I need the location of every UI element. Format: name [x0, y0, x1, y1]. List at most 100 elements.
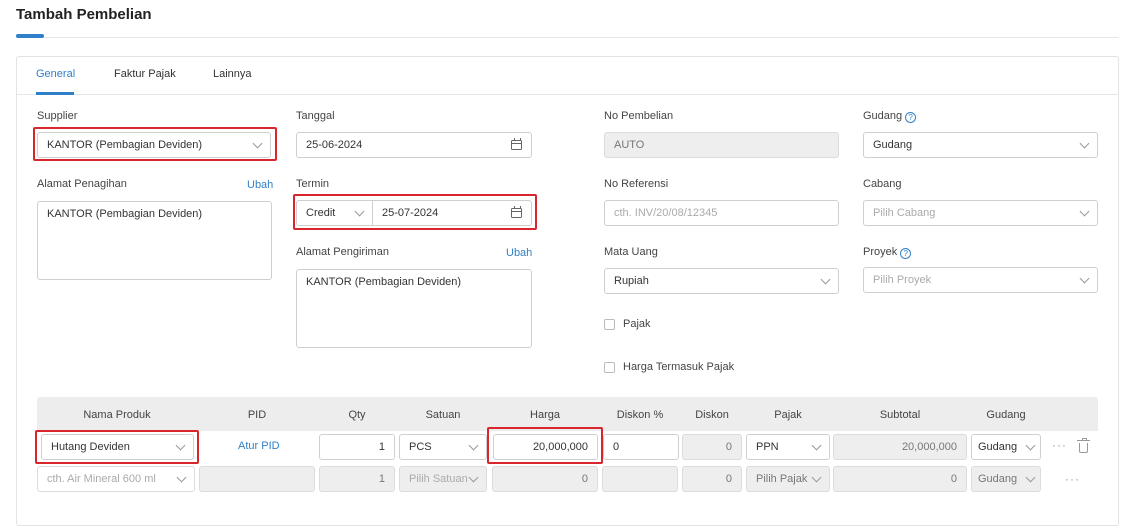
row2-more-icon[interactable]: ··· — [1065, 472, 1080, 486]
proyek-placeholder: Pilih Proyek — [873, 274, 932, 286]
chevron-down-icon — [354, 206, 365, 216]
row2-pid-field — [199, 466, 315, 492]
tab-general[interactable]: General — [36, 68, 75, 80]
no-pembelian-value: AUTO — [614, 139, 645, 151]
supplier-value: KANTOR (Pembagian Deviden) — [47, 139, 203, 151]
row1-diskon-input: 0 — [682, 434, 742, 460]
row1-harga-input[interactable]: 20,000,000 — [493, 434, 598, 460]
row1-more-icon[interactable]: ··· — [1052, 438, 1067, 452]
row2-gudang-value: Gudang — [978, 473, 1018, 485]
termin-label: Termin — [296, 178, 330, 190]
proyek-select[interactable]: Pilih Proyek — [863, 267, 1098, 293]
alamat-penagihan-textarea[interactable]: KANTOR (Pembagian Deviden) — [37, 201, 272, 280]
row1-pajak-select[interactable]: PPN — [746, 434, 830, 460]
row1-diskon-pct-input[interactable]: 0 — [603, 434, 679, 460]
row1-produk-select[interactable]: Hutang Deviden — [41, 434, 194, 460]
chevron-down-icon — [1025, 440, 1036, 450]
chevron-down-icon — [176, 472, 187, 482]
tanggal-date-input[interactable]: 25-06-2024 — [296, 132, 532, 158]
supplier-select[interactable]: KANTOR (Pembagian Deviden) — [37, 132, 271, 158]
tab-faktur-pajak[interactable]: Faktur Pajak — [114, 68, 176, 80]
gudang-select[interactable]: Gudang — [863, 132, 1098, 158]
termin-date-value: 25-07-2024 — [382, 207, 439, 219]
row2-harga-value: 0 — [581, 473, 588, 485]
row2-qty-input: 1 — [319, 466, 395, 492]
tanggal-label: Tanggal — [296, 110, 335, 122]
calendar-icon[interactable] — [511, 206, 522, 218]
row1-diskon-pct-value: 0 — [613, 441, 620, 453]
row2-diskon-input: 0 — [682, 466, 742, 492]
column-header-gudang: Gudang — [986, 409, 1026, 421]
termin-type-value: Credit — [306, 207, 336, 219]
no-pembelian-input: AUTO — [604, 132, 839, 158]
row2-pajak-select: Pilih Pajak — [746, 466, 830, 492]
column-header-pajak: Pajak — [774, 409, 802, 421]
cabang-label: Cabang — [863, 178, 902, 190]
row2-subtotal-field: 0 — [833, 466, 967, 492]
gudang-value: Gudang — [873, 139, 913, 151]
row1-diskon-value: 0 — [725, 441, 732, 453]
title-divider — [16, 37, 1119, 38]
chevron-down-icon — [811, 472, 822, 482]
alamat-penagihan-label: Alamat Penagihan — [37, 178, 127, 190]
mata-uang-value: Rupiah — [614, 275, 649, 287]
no-referensi-placeholder: cth. INV/20/08/12345 — [614, 207, 718, 219]
active-tab-indicator — [36, 92, 74, 95]
chevron-down-icon — [468, 440, 479, 450]
no-pembelian-label: No Pembelian — [604, 110, 674, 122]
no-referensi-input[interactable]: cth. INV/20/08/12345 — [604, 200, 839, 226]
chevron-down-icon — [1079, 273, 1090, 283]
chevron-down-icon — [1079, 138, 1090, 148]
pajak-checkbox-label: Pajak — [623, 318, 651, 330]
help-icon[interactable]: ? — [905, 112, 917, 123]
cabang-placeholder: Pilih Cabang — [873, 207, 936, 219]
edit-alamat-pengiriman-link[interactable]: Ubah — [506, 247, 532, 259]
harga-termasuk-pajak-checkbox[interactable] — [604, 362, 615, 373]
chevron-down-icon — [820, 274, 831, 284]
row1-subtotal-value: 20,000,000 — [901, 441, 957, 453]
help-icon[interactable]: ? — [900, 248, 912, 259]
termin-type-select[interactable]: Credit — [296, 200, 373, 226]
chevron-down-icon — [811, 440, 822, 450]
proyek-label-text: Proyek — [863, 246, 898, 258]
supplier-label: Supplier — [37, 110, 78, 122]
calendar-icon[interactable] — [511, 138, 522, 150]
column-header-pid: PID — [247, 409, 267, 421]
column-header-diskon-pct: Diskon % — [616, 409, 664, 421]
termin-date-input[interactable]: 25-07-2024 — [372, 200, 532, 226]
alamat-pengiriman-textarea[interactable]: KANTOR (Pembagian Deviden) — [296, 269, 532, 348]
row1-gudang-value: Gudang — [978, 441, 1018, 453]
row2-gudang-select: Gudang — [971, 466, 1041, 492]
row2-satuan-select: Pilih Satuan — [399, 466, 487, 492]
row2-harga-input: 0 — [492, 466, 598, 492]
row1-subtotal-field: 20,000,000 — [833, 434, 967, 460]
chevron-down-icon — [252, 138, 263, 148]
row1-satuan-select[interactable]: PCS — [399, 434, 487, 460]
edit-alamat-penagihan-link[interactable]: Ubah — [247, 179, 273, 191]
alamat-pengiriman-label: Alamat Pengiriman — [296, 246, 389, 258]
row2-diskon-value: 0 — [725, 473, 732, 485]
pajak-checkbox[interactable] — [604, 319, 615, 330]
row1-harga-value: 20,000,000 — [532, 441, 588, 453]
cabang-select[interactable]: Pilih Cabang — [863, 200, 1098, 226]
chevron-down-icon — [1025, 472, 1036, 482]
tanggal-value: 25-06-2024 — [306, 139, 363, 151]
tab-lainnya[interactable]: Lainnya — [213, 68, 252, 80]
gudang-label: Gudang? — [863, 110, 917, 123]
row1-pajak-value: PPN — [756, 441, 779, 453]
row1-gudang-select[interactable]: Gudang — [971, 434, 1041, 460]
column-header-nama-produk: Nama Produk — [83, 409, 151, 421]
row1-qty-input[interactable]: 1 — [319, 434, 395, 460]
row1-satuan-value: PCS — [409, 441, 432, 453]
row1-qty-value: 1 — [378, 441, 385, 453]
row1-delete-icon[interactable] — [1077, 438, 1090, 453]
row2-produk-select[interactable]: cth. Air Mineral 600 ml — [37, 466, 195, 492]
row1-atur-pid-link[interactable]: Atur PID — [238, 440, 280, 452]
row2-qty-value: 1 — [378, 473, 385, 485]
mata-uang-select[interactable]: Rupiah — [604, 268, 839, 294]
chevron-down-icon — [1079, 206, 1090, 216]
row2-produk-placeholder: cth. Air Mineral 600 ml — [47, 473, 156, 485]
column-header-qty: Qty — [348, 409, 366, 421]
column-header-subtotal: Subtotal — [879, 409, 921, 421]
gudang-label-text: Gudang — [863, 110, 903, 122]
